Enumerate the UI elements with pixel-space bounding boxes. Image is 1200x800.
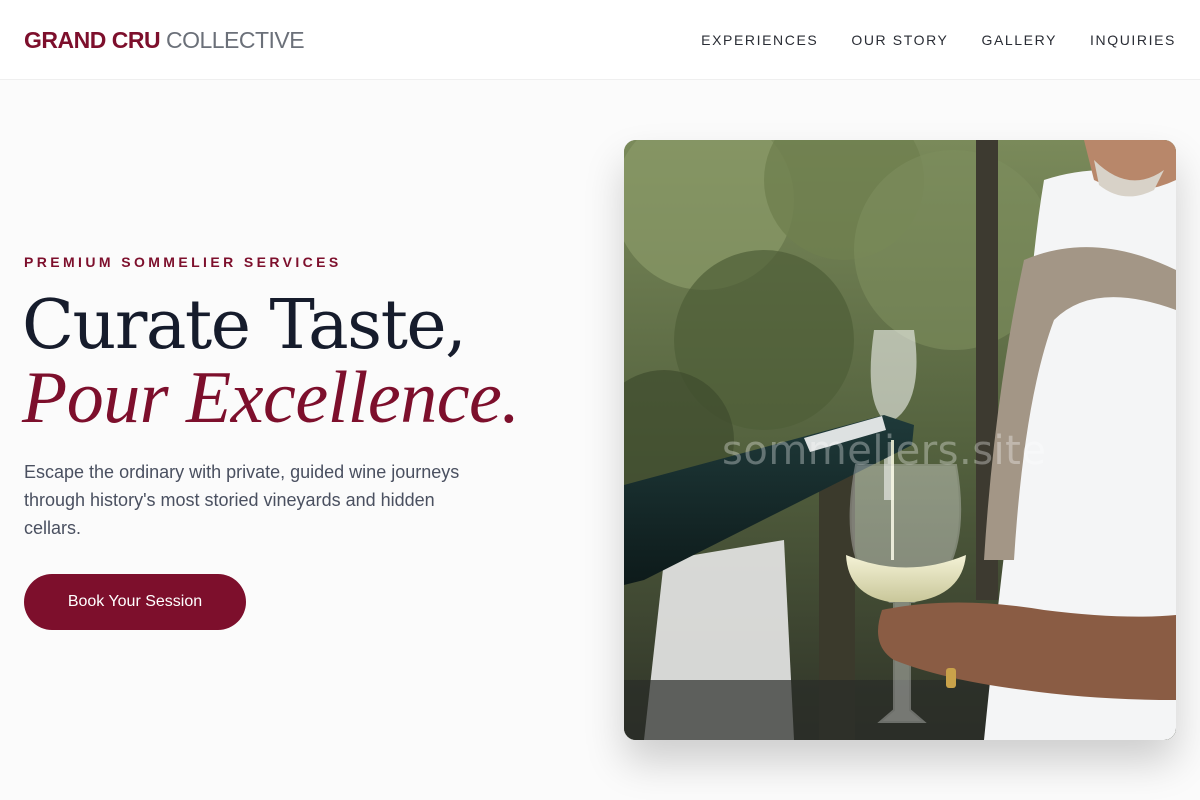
nav-link-experiences[interactable]: EXPERIENCES xyxy=(701,30,818,50)
hero-eyebrow: PREMIUM SOMMELIER SERVICES xyxy=(24,254,342,270)
brand-name-strong: GRAND CRU xyxy=(24,27,161,53)
hero-headline-line1: Curate Taste, xyxy=(22,286,467,365)
main-nav: EXPERIENCES OUR STORY GALLERY INQUIRIES xyxy=(701,30,1176,50)
brand-name-light: COLLECTIVE xyxy=(165,27,305,53)
book-session-button[interactable]: Book Your Session xyxy=(24,574,246,630)
nav-link-inquiries[interactable]: INQUIRIES xyxy=(1090,30,1176,50)
image-watermark: sommeliers.site xyxy=(722,428,1047,474)
nav-link-gallery[interactable]: GALLERY xyxy=(981,30,1057,50)
hero-image: sommeliers.site xyxy=(624,140,1176,740)
nav-link-our-story[interactable]: OUR STORY xyxy=(851,30,948,50)
hero-headline: Curate Taste, Pour Excellence. xyxy=(22,286,602,439)
brand-logo[interactable]: GRAND CRU COLLECTIVE xyxy=(24,26,305,54)
site-header: GRAND CRU COLLECTIVE EXPERIENCES OUR STO… xyxy=(0,0,1200,80)
hero-lead-text: Escape the ordinary with private, guided… xyxy=(24,462,460,538)
hero-headline-line2: Pour Excellence. xyxy=(22,357,520,439)
